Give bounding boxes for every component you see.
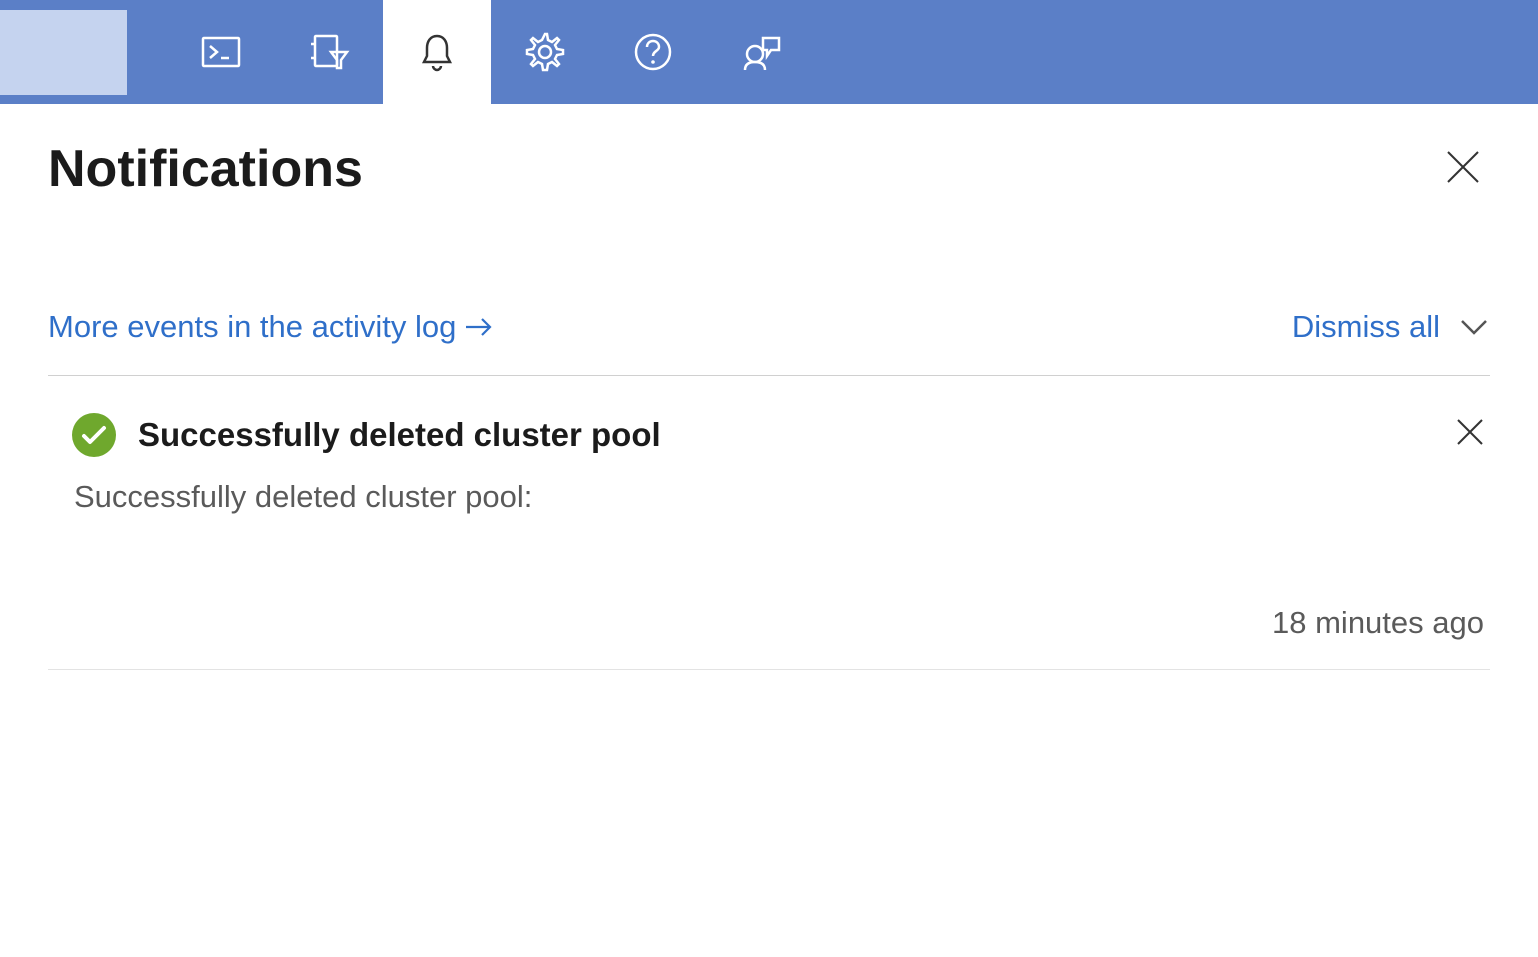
panel-actions-row: More events in the activity log Dismiss … (48, 309, 1490, 376)
notifications-button[interactable] (383, 0, 491, 104)
success-status-icon (72, 413, 116, 457)
notification-body: Successfully deleted cluster pool: (74, 479, 1490, 515)
notifications-panel: Notifications More events in the activit… (0, 104, 1538, 670)
top-toolbar (0, 0, 1538, 104)
feedback-icon (739, 30, 783, 74)
gear-icon (523, 30, 567, 74)
bell-icon (415, 30, 459, 74)
help-button[interactable] (599, 0, 707, 104)
help-icon (631, 30, 675, 74)
checkmark-icon (81, 425, 107, 445)
more-events-label: More events in the activity log (48, 309, 456, 345)
settings-button[interactable] (491, 0, 599, 104)
chevron-down-icon[interactable] (1458, 317, 1490, 337)
notification-timestamp: 18 minutes ago (72, 605, 1490, 641)
arrow-right-icon (464, 316, 494, 338)
close-panel-button[interactable] (1436, 140, 1490, 199)
close-icon (1454, 416, 1486, 448)
notification-header-left: Successfully deleted cluster pool (72, 413, 661, 457)
cloud-shell-icon (199, 30, 243, 74)
dismiss-all-group: Dismiss all (1292, 309, 1490, 345)
dismiss-notification-button[interactable] (1450, 412, 1490, 457)
close-icon (1444, 148, 1482, 186)
notification-title: Successfully deleted cluster pool (138, 416, 661, 454)
notification-item: Successfully deleted cluster pool Succes… (48, 376, 1490, 670)
panel-title: Notifications (48, 139, 363, 199)
filter-button[interactable] (275, 0, 383, 104)
dismiss-all-link[interactable]: Dismiss all (1292, 309, 1440, 345)
filter-icon (307, 30, 351, 74)
panel-header: Notifications (48, 139, 1490, 199)
more-events-link[interactable]: More events in the activity log (48, 309, 494, 345)
cloud-shell-button[interactable] (167, 0, 275, 104)
toolbar-search-placeholder[interactable] (0, 10, 127, 95)
feedback-button[interactable] (707, 0, 815, 104)
notification-header: Successfully deleted cluster pool (72, 412, 1490, 457)
